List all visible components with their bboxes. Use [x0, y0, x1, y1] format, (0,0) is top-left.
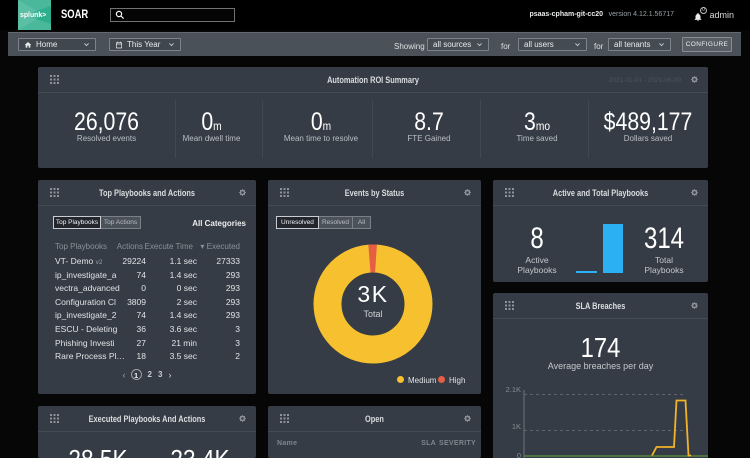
svg-text:0: 0 [517, 451, 521, 458]
svg-text:1K: 1K [512, 422, 521, 431]
svg-text:2.1K: 2.1K [506, 385, 521, 394]
